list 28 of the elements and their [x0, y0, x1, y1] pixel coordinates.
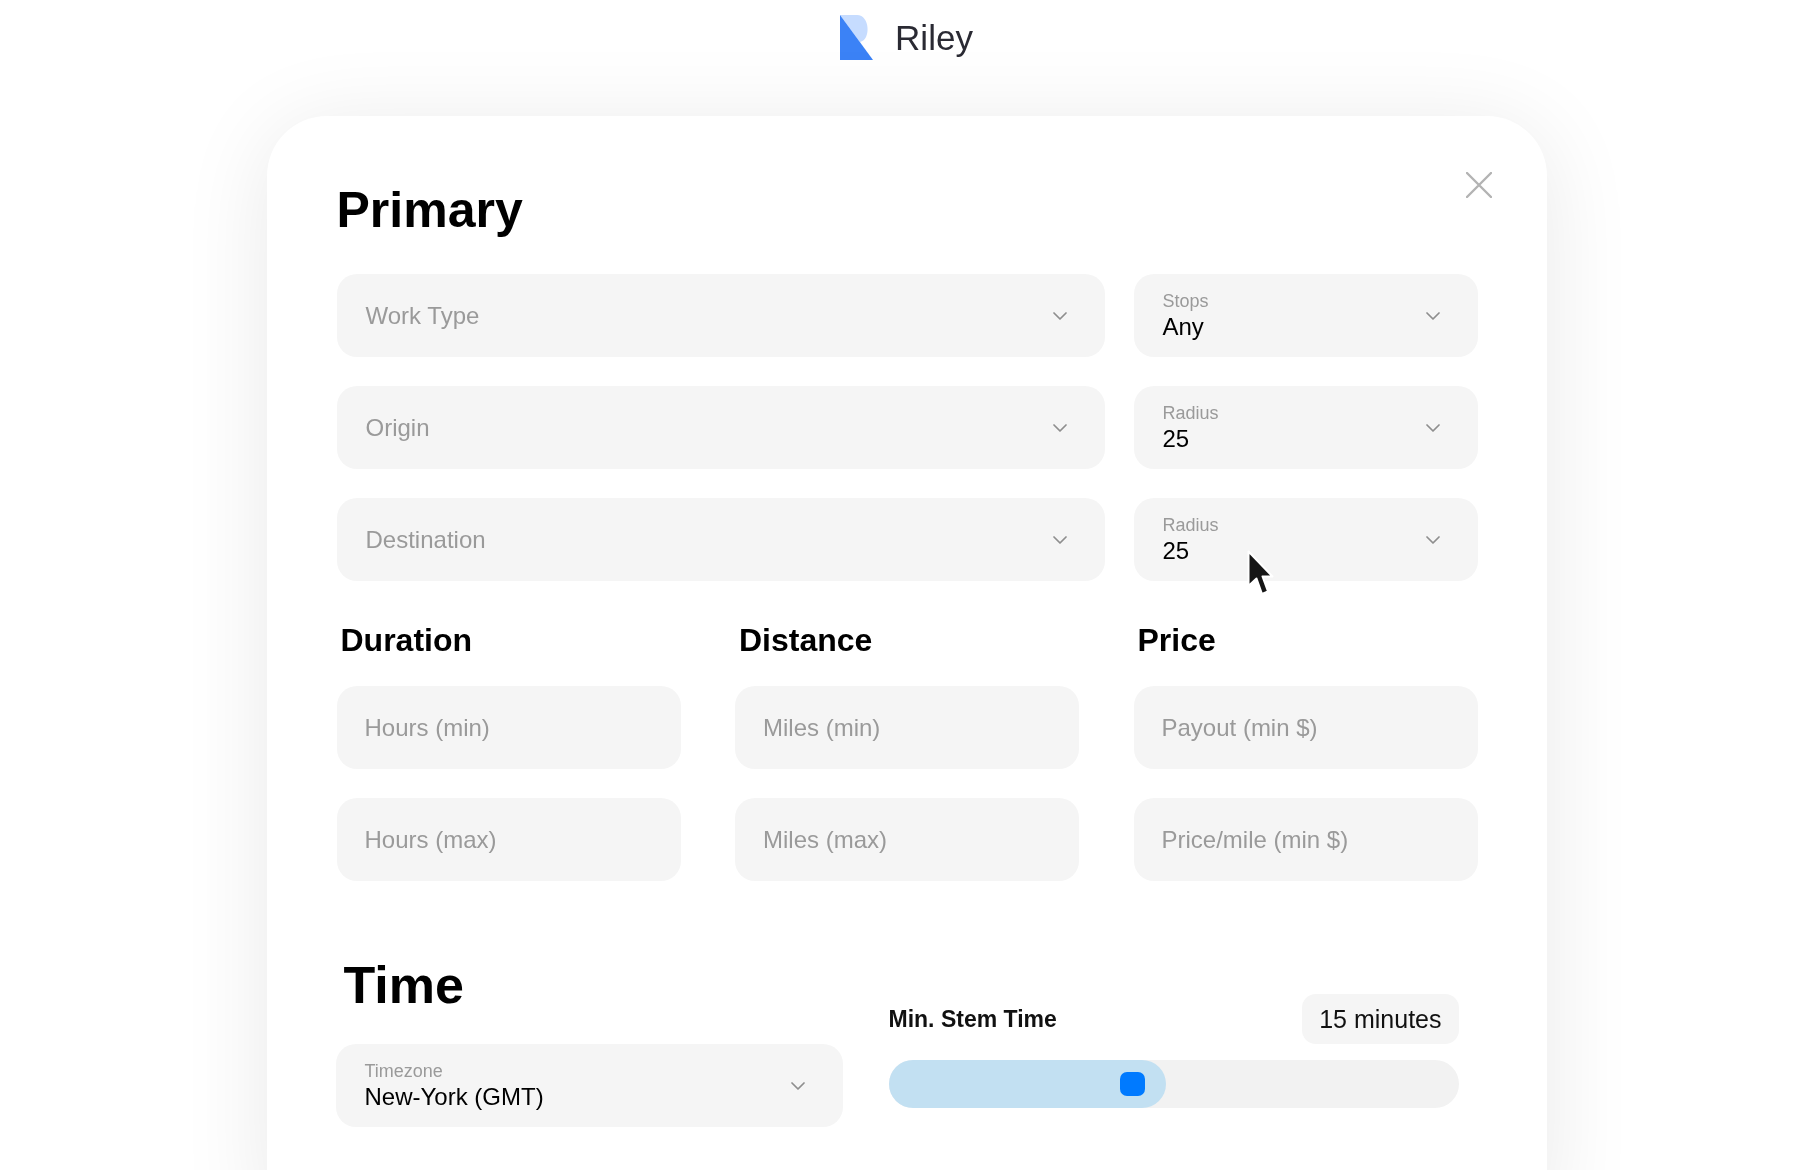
dropdown-field[interactable]: Stops Any — [1133, 274, 1478, 357]
input-field[interactable]: Miles (min) — [735, 686, 1079, 769]
slider-track[interactable] — [888, 1060, 1459, 1108]
slider-reading: 15 minutes — [1302, 994, 1459, 1044]
chevron-down-icon — [1425, 423, 1440, 432]
brand-name: Riley — [895, 17, 973, 59]
close-icon — [1465, 172, 1492, 198]
chevron-down-icon — [1052, 535, 1067, 544]
input-field[interactable]: Hours (max) — [336, 798, 681, 881]
input-field[interactable]: Payout (min $) — [1133, 686, 1478, 769]
input-field[interactable]: Hours (min) — [336, 686, 681, 769]
chevron-down-icon — [790, 1081, 805, 1090]
dropdown-field[interactable]: Radius 25 — [1133, 386, 1478, 469]
section-title: Time — [343, 955, 464, 1016]
group-title: Price — [1137, 621, 1216, 659]
slider-label: Min. Stem Time — [888, 1004, 1057, 1034]
chevron-down-icon — [1052, 311, 1067, 320]
logo-icon — [840, 15, 874, 60]
group-title: Distance — [739, 621, 873, 659]
dropdown-field[interactable]: Radius 25 — [1133, 498, 1478, 581]
chevron-down-icon — [1425, 535, 1440, 544]
section-title: Primary — [336, 181, 523, 240]
input-field[interactable]: Miles (max) — [735, 798, 1079, 881]
group-title: Duration — [340, 621, 473, 659]
chevron-down-icon — [1052, 423, 1067, 432]
chevron-down-icon — [1425, 311, 1440, 320]
dropdown-field[interactable]: Timezone New-York (GMT) — [335, 1044, 843, 1127]
input-field[interactable]: Price/mile (min $) — [1133, 798, 1478, 881]
